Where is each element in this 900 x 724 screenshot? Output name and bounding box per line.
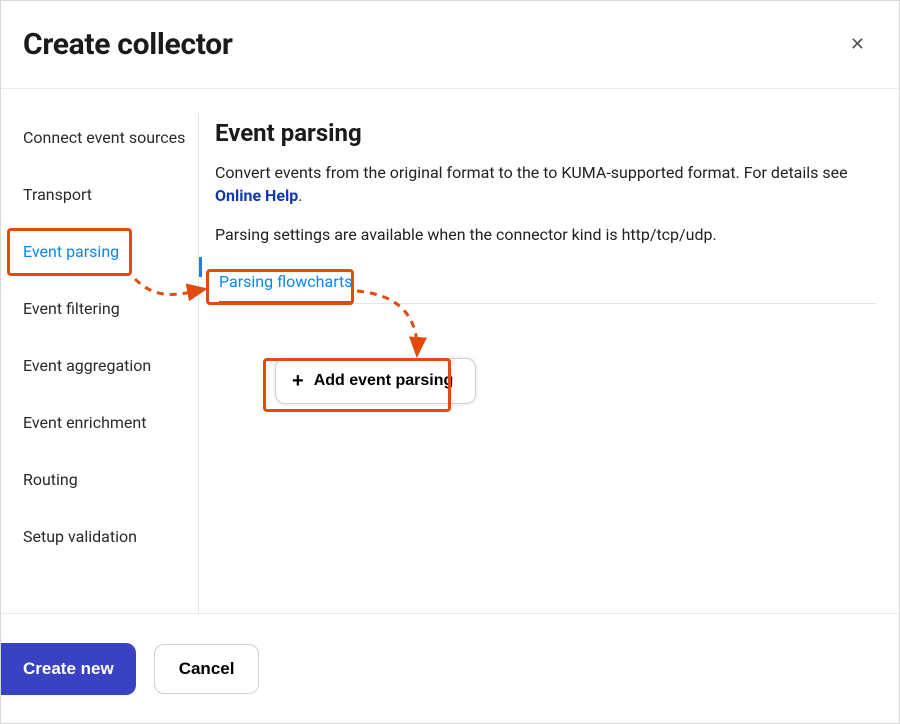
add-event-parsing-button[interactable]: + Add event parsing (275, 358, 476, 404)
plus-icon: + (292, 371, 304, 391)
content-heading: Event parsing (215, 119, 877, 147)
tab-parsing-flowcharts[interactable]: Parsing flowcharts (219, 268, 353, 303)
tab-row: Parsing flowcharts (215, 268, 877, 304)
content-panel: Event parsing Convert events from the or… (199, 113, 899, 613)
content-note: Parsing settings are available when the … (215, 225, 877, 244)
create-new-button[interactable]: Create new (1, 643, 136, 695)
sidebar-item-event-aggregation[interactable]: Event aggregation (1, 341, 198, 390)
sidebar-item-event-parsing[interactable]: Event parsing (1, 227, 198, 276)
dialog-body: Connect event sources Transport Event pa… (1, 89, 899, 613)
add-area: + Add event parsing (215, 304, 877, 404)
dialog-title: Create collector (23, 27, 233, 62)
desc-text-pre: Convert events from the original format … (215, 163, 848, 182)
sidebar-item-routing[interactable]: Routing (1, 455, 198, 504)
desc-text-post: . (298, 186, 302, 205)
sidebar-item-connect-sources[interactable]: Connect event sources (1, 113, 198, 162)
dialog-footer: Create new Cancel (1, 613, 899, 723)
dialog-frame: Create collector ✕ Connect event sources… (0, 0, 900, 724)
add-button-label: Add event parsing (314, 372, 454, 390)
active-tab-indicator (199, 257, 202, 277)
sidebar-item-transport[interactable]: Transport (1, 170, 198, 219)
content-description: Convert events from the original format … (215, 161, 877, 207)
wizard-sidebar: Connect event sources Transport Event pa… (1, 113, 199, 613)
sidebar-item-setup-validation[interactable]: Setup validation (1, 512, 198, 561)
close-icon[interactable]: ✕ (844, 30, 871, 60)
cancel-button[interactable]: Cancel (154, 644, 260, 694)
sidebar-item-event-filtering[interactable]: Event filtering (1, 284, 198, 333)
dialog-header: Create collector ✕ (1, 1, 899, 89)
sidebar-item-event-enrichment[interactable]: Event enrichment (1, 398, 198, 447)
online-help-link[interactable]: Online Help (215, 186, 298, 205)
